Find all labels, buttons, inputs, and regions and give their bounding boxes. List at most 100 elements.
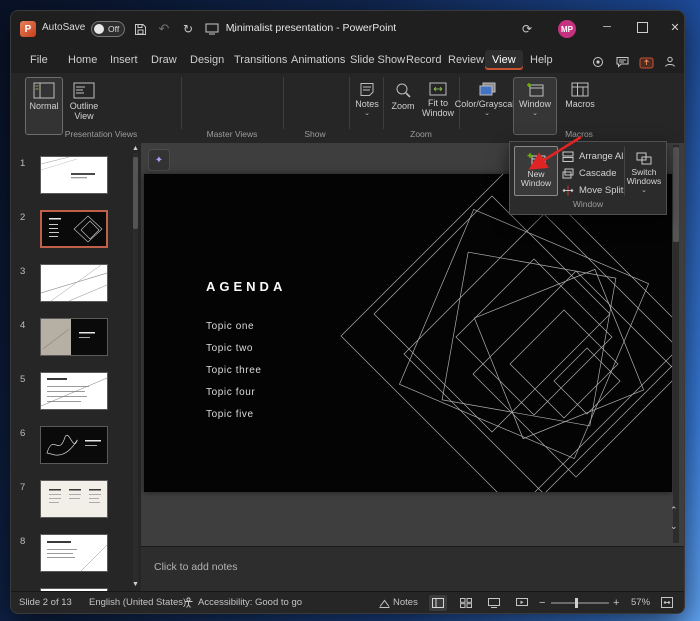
tab-file[interactable]: File bbox=[23, 50, 55, 70]
move-split-button[interactable]: Move Split bbox=[562, 183, 623, 198]
comment-icon bbox=[616, 56, 629, 68]
share-icon bbox=[639, 56, 654, 69]
record-icon bbox=[592, 56, 604, 68]
slide-topic[interactable]: Topic four bbox=[206, 387, 255, 398]
tab-draw[interactable]: Draw bbox=[144, 50, 184, 70]
slide-indicator[interactable]: Slide 2 of 13 bbox=[19, 597, 72, 608]
slide-number: 7 bbox=[20, 482, 25, 493]
macros-button[interactable]: Macros bbox=[561, 77, 599, 135]
previous-slide-button[interactable]: ⌃ bbox=[670, 505, 678, 516]
color-grayscale-button[interactable]: Color/Grayscale ⌄ bbox=[463, 77, 511, 135]
sparkle-icon: ✦ bbox=[155, 155, 163, 166]
maximize-button[interactable] bbox=[626, 11, 658, 43]
tab-review[interactable]: Review bbox=[441, 50, 491, 70]
slide-sorter-toggle[interactable] bbox=[457, 595, 475, 611]
next-slide-button[interactable]: ⌄ bbox=[670, 521, 678, 532]
powerpoint-window: P AutoSave Off ↶ ↻ ⌄ Minimalist presenta… bbox=[10, 10, 685, 614]
language-status[interactable]: English (United States) bbox=[89, 597, 186, 608]
tab-home[interactable]: Home bbox=[61, 50, 104, 70]
window-title: Minimalist presentation - PowerPoint bbox=[186, 22, 436, 34]
normal-view-icon bbox=[33, 82, 55, 99]
slide-thumbnail-5[interactable]: 5 bbox=[11, 372, 141, 422]
notes-toggle-icon bbox=[379, 598, 390, 608]
slide-topic[interactable]: Topic three bbox=[206, 365, 262, 376]
notes-toggle-button[interactable]: Notes bbox=[393, 597, 418, 608]
status-bar: Slide 2 of 13 English (United States) Ac… bbox=[11, 591, 684, 614]
thumbnail-scrollbar-thumb[interactable] bbox=[133, 157, 138, 229]
scroll-up-icon[interactable]: ▲ bbox=[132, 145, 139, 152]
switch-windows-button[interactable]: Switch Windows ⌄ bbox=[624, 146, 664, 196]
notes-ribbon-button[interactable]: Notes ⌄ bbox=[353, 77, 381, 135]
annotation-arrow bbox=[511, 129, 595, 179]
main-scrollbar-thumb[interactable] bbox=[673, 147, 679, 242]
scroll-down-icon[interactable]: ▼ bbox=[132, 581, 139, 588]
close-button[interactable]: ✕ bbox=[659, 11, 685, 43]
group-label-zoom: Zoom bbox=[387, 129, 455, 139]
ribbon-divider bbox=[349, 77, 350, 129]
window-ribbon-button[interactable]: Window ⌄ bbox=[513, 77, 557, 135]
save-button[interactable] bbox=[129, 19, 151, 39]
zoom-out-button[interactable]: − bbox=[539, 597, 545, 609]
zoom-level[interactable]: 57% bbox=[631, 597, 650, 608]
maximize-icon bbox=[637, 22, 648, 33]
tab-insert[interactable]: Insert bbox=[103, 50, 145, 70]
zoom-in-button[interactable]: + bbox=[613, 597, 619, 609]
comments-button[interactable] bbox=[611, 52, 633, 72]
zoom-slider-track[interactable] bbox=[551, 602, 609, 604]
slide-thumbnail-7[interactable]: 7 bbox=[11, 480, 141, 530]
slideshow-toggle[interactable] bbox=[513, 595, 531, 611]
group-label-presentation-views: Presentation Views bbox=[25, 129, 177, 139]
reading-view-small-icon bbox=[488, 598, 500, 608]
slide-number: 8 bbox=[20, 536, 25, 547]
powerpoint-logo-icon: P bbox=[20, 21, 36, 37]
slide-topic[interactable]: Topic one bbox=[206, 321, 254, 332]
ribbon-divider bbox=[283, 77, 284, 129]
accessibility-status[interactable]: Accessibility: Good to go bbox=[198, 597, 302, 608]
accessibility-icon bbox=[183, 597, 194, 608]
fit-window-icon bbox=[429, 82, 447, 96]
slide-topic[interactable]: Topic two bbox=[206, 343, 253, 354]
record-button[interactable] bbox=[587, 52, 609, 72]
slide-thumbnail-4[interactable]: 4 bbox=[11, 318, 141, 368]
refresh-button[interactable]: ⟳ bbox=[516, 19, 538, 39]
reading-view-toggle[interactable] bbox=[485, 595, 503, 611]
tab-view[interactable]: View bbox=[485, 50, 523, 70]
ribbon-divider bbox=[383, 77, 384, 129]
normal-view-button[interactable]: Normal bbox=[25, 77, 63, 135]
outline-view-button[interactable]: Outline View bbox=[63, 77, 105, 135]
thumbnail-art bbox=[41, 427, 107, 463]
minimize-button[interactable]: ─ bbox=[591, 11, 623, 43]
undo-button[interactable]: ↶ bbox=[153, 19, 175, 39]
slide-thumbnail-3[interactable]: 3 bbox=[11, 264, 141, 314]
slide-canvas[interactable]: AGENDA Topic one Topic two Topic three T… bbox=[144, 174, 672, 492]
slide-sorter-small-icon bbox=[460, 598, 472, 608]
notes-pane[interactable]: Click to add notes bbox=[141, 546, 684, 592]
normal-view-toggle[interactable] bbox=[429, 595, 447, 611]
normal-view-small-icon bbox=[432, 598, 444, 608]
save-icon bbox=[134, 23, 147, 36]
zoom-slider-thumb[interactable] bbox=[575, 598, 578, 608]
avatar[interactable]: MP bbox=[558, 20, 576, 38]
fit-to-window-button[interactable]: Fit to Window bbox=[419, 77, 457, 135]
autosave-toggle[interactable]: Off bbox=[91, 21, 125, 37]
ribbon-tab-bar: File Home Insert Draw Design Transitions… bbox=[11, 47, 684, 73]
magnifier-icon bbox=[395, 82, 412, 99]
slide-thumbnail-2-selected[interactable]: 2 bbox=[11, 210, 141, 260]
slide-thumbnail-8[interactable]: 8 bbox=[11, 534, 141, 584]
switch-windows-icon bbox=[636, 152, 652, 166]
slide-title[interactable]: AGENDA bbox=[206, 279, 286, 294]
share-button[interactable] bbox=[635, 52, 657, 72]
present-button[interactable] bbox=[659, 52, 681, 72]
notes-placeholder[interactable]: Click to add notes bbox=[154, 561, 237, 573]
fit-slide-icon[interactable] bbox=[661, 597, 673, 608]
slide-topic[interactable]: Topic five bbox=[206, 409, 254, 420]
group-label-show: Show bbox=[289, 129, 341, 139]
slide-thumbnail-1[interactable]: 1 bbox=[11, 156, 141, 206]
window-icon bbox=[526, 82, 544, 97]
designer-button[interactable]: ✦ bbox=[148, 149, 170, 171]
thumbnail-art bbox=[41, 535, 107, 571]
slide-thumbnail-6[interactable]: 6 bbox=[11, 426, 141, 476]
tab-design[interactable]: Design bbox=[183, 50, 231, 70]
zoom-button[interactable]: Zoom bbox=[387, 77, 419, 135]
tab-help[interactable]: Help bbox=[523, 50, 560, 70]
